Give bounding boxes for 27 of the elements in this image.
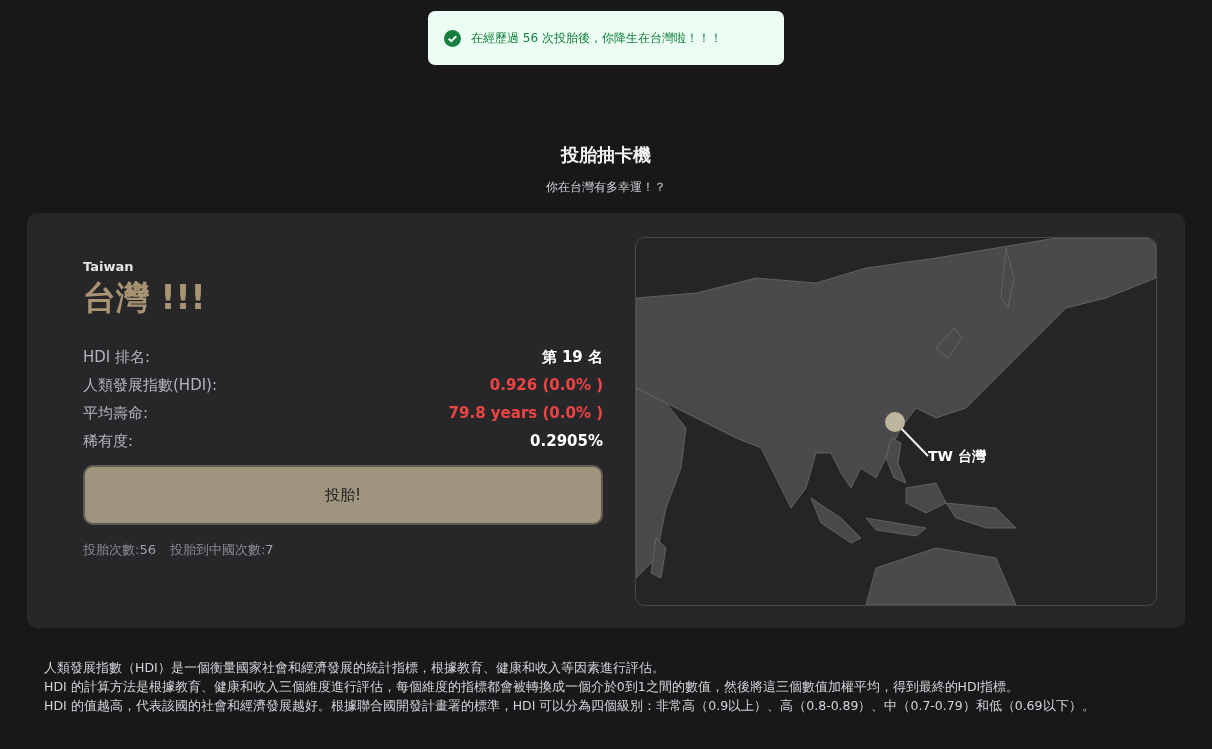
check-icon xyxy=(444,29,461,47)
page-title: 投胎抽卡機 xyxy=(561,143,651,167)
island-shape xyxy=(650,537,667,579)
stat-value: 0.2905% xyxy=(530,431,603,451)
stat-label: 平均壽命: xyxy=(83,403,149,423)
counter-text: 投胎次數:56 xyxy=(83,541,156,559)
country-name: 台灣 !!! xyxy=(83,277,207,319)
island-shape xyxy=(810,497,862,544)
stat-value: 79.8 years (0.0% ) xyxy=(448,403,603,423)
island-shape xyxy=(935,327,963,359)
info-paragraph: HDI 的計算方法是根據教育、健康和收入三個維度進行評估，每個維度的指標都會被轉換成一個介於0到1之間的數值，然後將這三個數值加權平均，得到最終的HDI指標。 xyxy=(44,678,1021,696)
stat-value: 0.926 (0.0% ) xyxy=(489,375,603,395)
map-label: TW 台灣 xyxy=(928,448,986,464)
toast-message: 在經歷過 56 次投胎後，你降生在台灣啦！！！ xyxy=(471,29,722,47)
info-paragraph: 人類發展指數（HDI）是一個衡量國家社會和經濟發展的統計指標，根據教育、健康和收入等因素進行評估。 xyxy=(44,659,666,677)
stat-label: 人類發展指數(HDI): xyxy=(83,375,217,395)
country-english-name: Taiwan xyxy=(83,259,135,274)
stat-value: 第 19 名 xyxy=(541,347,603,367)
page-subtitle: 你在台灣有多幸運！？ xyxy=(546,179,666,196)
draw-button[interactable]: 投胎! xyxy=(83,465,603,525)
stat-label: HDI 排名: xyxy=(83,347,151,367)
island-shape xyxy=(1000,247,1015,309)
marker-dot xyxy=(885,412,905,432)
counter-text: 投胎到中國次數:7 xyxy=(169,541,274,559)
island-shape xyxy=(865,517,927,537)
stat-label: 稀有度: xyxy=(83,431,134,451)
info-paragraph: HDI 的值越高，代表該國的社會和經濟發展越好。根據聯合國開發計畫署的標準，HDI 可以分為四個級別：非常高（0.9以上）、高（0.8-0.89）、中（0.7-0.79）和低（0.69以下）。 xyxy=(44,697,1096,715)
